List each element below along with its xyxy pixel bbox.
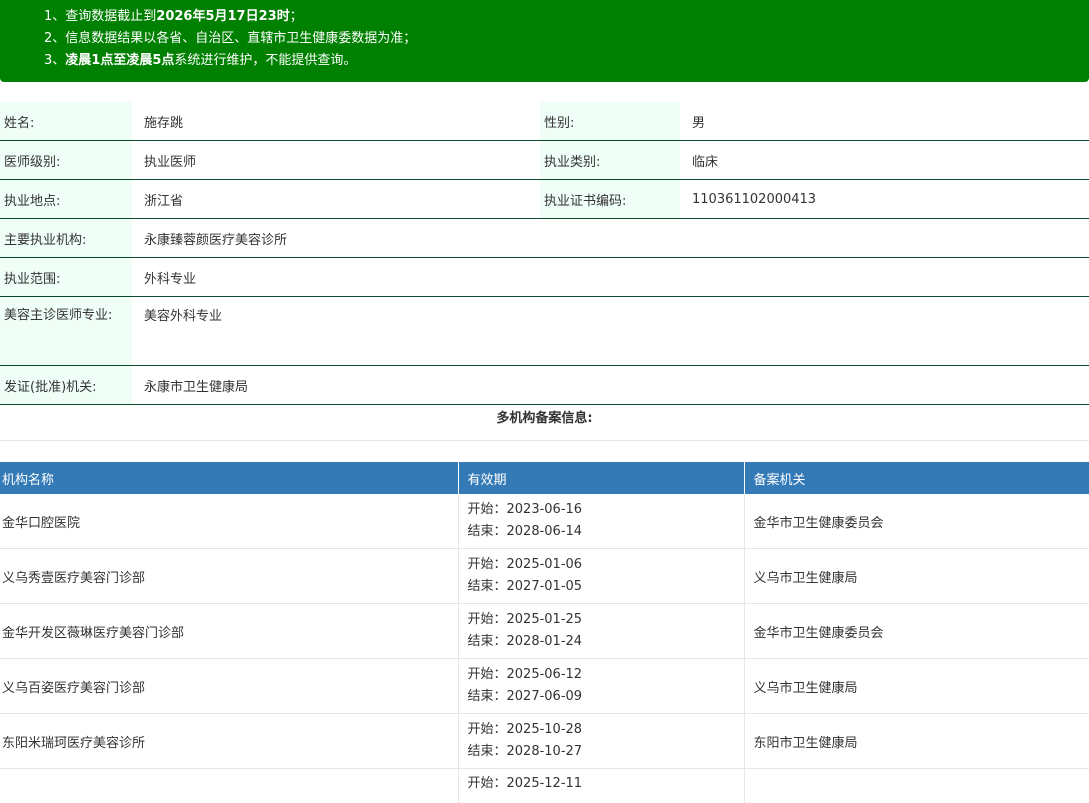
period-start: 开始：2023-06-16 <box>468 499 744 521</box>
table-row: 东阳米瑞珂医疗美容诊所 开始：2025-10-28结束：2028-10-27 东… <box>0 714 1089 769</box>
filing-authority: 东阳市卫生健康局 <box>744 714 1089 769</box>
notice-line-3: 3、凌晨1点至凌晨5点系统进行维护，不能提供查询。 <box>44 52 356 70</box>
scope-value: 外科专业 <box>132 258 1089 297</box>
validity-period: 开始：2025-06-12结束：2027-06-09 <box>458 659 744 714</box>
table-row: 开始：2025-12-11 <box>0 769 1089 803</box>
gender-value: 男 <box>680 102 1089 141</box>
info-row-cosmetic: 美容主诊医师专业: 美容外科专业 <box>0 297 1089 366</box>
table-row: 金华开发区薇琳医疗美容门诊部 开始：2025-01-25结束：2028-01-2… <box>0 604 1089 659</box>
filing-authority: 义乌市卫生健康局 <box>744 549 1089 604</box>
notice-line-1: 1、查询数据截止到2026年5月17日23时； <box>44 8 303 26</box>
period-start: 开始：2025-10-28 <box>468 719 744 741</box>
period-end: 结束：2028-06-14 <box>468 521 744 543</box>
cert-label: 执业证书编码: <box>540 180 680 219</box>
notice-line-1-prefix: 1、查询数据截止到 <box>44 9 156 24</box>
info-row-name: 姓名: 施存跳 性别: 男 <box>0 102 1089 141</box>
institution-label: 主要执业机构: <box>0 219 132 258</box>
notice-line-3-prefix: 3、 <box>44 53 65 68</box>
period-start: 开始：2025-06-12 <box>468 664 744 686</box>
gender-label: 性别: <box>540 102 680 141</box>
category-value: 临床 <box>680 141 1089 180</box>
table-header-row: 机构名称 有效期 备案机关 <box>0 462 1089 494</box>
cert-value: 110361102000413 <box>680 180 1089 219</box>
multi-institution-table: 机构名称 有效期 备案机关 金华口腔医院 开始：2023-06-16结束：202… <box>0 462 1089 803</box>
institution-value: 永康臻蓉颜医疗美容诊所 <box>132 219 1089 258</box>
name-value: 施存跳 <box>132 102 540 141</box>
notice-line-2: 2、信息数据结果以各省、自治区、直辖市卫生健康委数据为准； <box>44 30 416 48</box>
period-end: 结束：2027-01-05 <box>468 576 744 598</box>
validity-period: 开始：2025-12-11 <box>458 769 744 803</box>
info-row-scope: 执业范围: 外科专业 <box>0 258 1089 297</box>
info-row-institution: 主要执业机构: 永康臻蓉颜医疗美容诊所 <box>0 219 1089 258</box>
institution-name: 金华口腔医院 <box>0 494 458 549</box>
notice-banner: 1、查询数据截止到2026年5月17日23时； 2、信息数据结果以各省、自治区、… <box>0 0 1089 82</box>
filing-authority: 金华市卫生健康委员会 <box>744 494 1089 549</box>
location-value: 浙江省 <box>132 180 540 219</box>
category-label: 执业类别: <box>540 141 680 180</box>
column-header-authority: 备案机关 <box>744 462 1089 494</box>
cosmetic-label: 美容主诊医师专业: <box>0 297 132 366</box>
period-start: 开始：2025-01-06 <box>468 554 744 576</box>
cosmetic-value: 美容外科专业 <box>132 297 1089 366</box>
notice-line-1-date: 2026年5月17日23时 <box>156 9 289 24</box>
scope-label: 执业范围: <box>0 258 132 297</box>
institution-name: 义乌秀壹医疗美容门诊部 <box>0 549 458 604</box>
validity-period: 开始：2025-01-06结束：2027-01-05 <box>458 549 744 604</box>
period-end: 结束：2028-10-27 <box>468 741 744 763</box>
filing-authority: 金华市卫生健康委员会 <box>744 604 1089 659</box>
table-row: 义乌百姿医疗美容门诊部 开始：2025-06-12结束：2027-06-09 义… <box>0 659 1089 714</box>
location-label: 执业地点: <box>0 180 132 219</box>
notice-line-3-time: 凌晨1点至凌晨5点 <box>65 53 174 68</box>
institution-name <box>0 769 458 803</box>
validity-period: 开始：2023-06-16结束：2028-06-14 <box>458 494 744 549</box>
table-row: 义乌秀壹医疗美容门诊部 开始：2025-01-06结束：2027-01-05 义… <box>0 549 1089 604</box>
period-end: 结束：2028-01-24 <box>468 631 744 653</box>
period-start: 开始：2025-01-25 <box>468 609 744 631</box>
column-header-institution: 机构名称 <box>0 462 458 494</box>
validity-period: 开始：2025-01-25结束：2028-01-24 <box>458 604 744 659</box>
info-row-level: 医师级别: 执业医师 执业类别: 临床 <box>0 141 1089 180</box>
level-label: 医师级别: <box>0 141 132 180</box>
validity-period: 开始：2025-10-28结束：2028-10-27 <box>458 714 744 769</box>
institution-name: 金华开发区薇琳医疗美容门诊部 <box>0 604 458 659</box>
institution-name: 义乌百姿医疗美容门诊部 <box>0 659 458 714</box>
info-row-location: 执业地点: 浙江省 执业证书编码: 110361102000413 <box>0 180 1089 219</box>
notice-line-1-suffix: ； <box>290 9 303 24</box>
level-value: 执业医师 <box>132 141 540 180</box>
name-label: 姓名: <box>0 102 132 141</box>
column-header-period: 有效期 <box>458 462 744 494</box>
filing-authority <box>744 769 1089 803</box>
filing-authority: 义乌市卫生健康局 <box>744 659 1089 714</box>
period-end: 结束：2027-06-09 <box>468 686 744 708</box>
doctor-info-table: 姓名: 施存跳 性别: 男 医师级别: 执业医师 执业类别: 临床 执业地点: … <box>0 102 1089 405</box>
table-row: 金华口腔医院 开始：2023-06-16结束：2028-06-14 金华市卫生健… <box>0 494 1089 549</box>
notice-line-3-suffix: 系统进行维护，不能提供查询。 <box>174 53 356 68</box>
institution-name: 东阳米瑞珂医疗美容诊所 <box>0 714 458 769</box>
multi-institution-title: 多机构备案信息: <box>0 398 1089 441</box>
period-start: 开始：2025-12-11 <box>468 773 744 795</box>
